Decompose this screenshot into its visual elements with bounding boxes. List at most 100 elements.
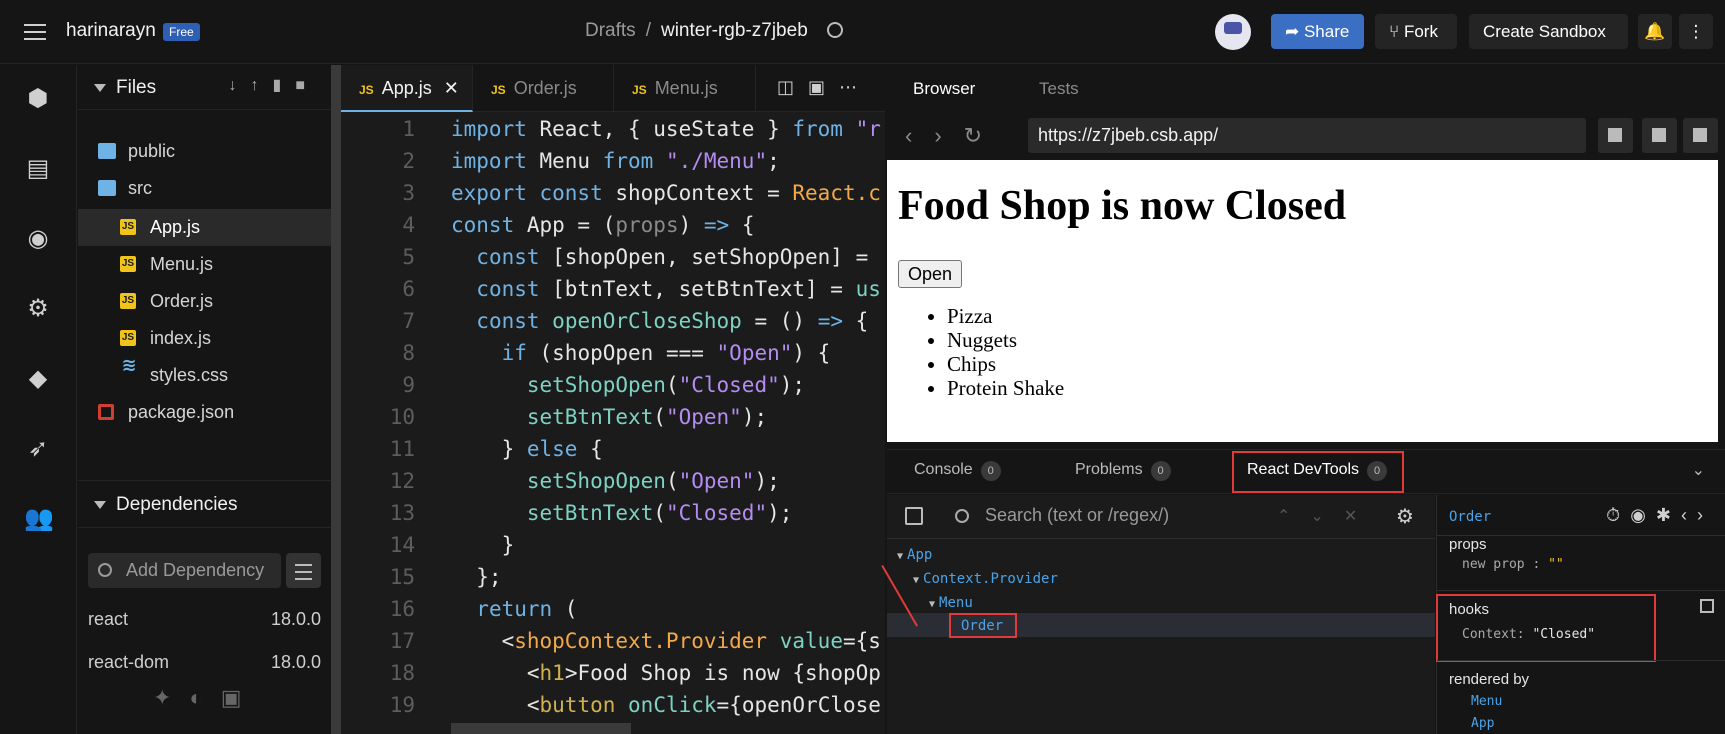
js-file-icon: JS — [359, 83, 374, 97]
tab-label: Console — [914, 461, 973, 478]
prop-row[interactable]: new prop : "" — [1462, 557, 1564, 572]
breadcrumb-root[interactable]: Drafts — [585, 20, 636, 41]
dependency-row[interactable]: react 18.0.0 — [88, 609, 321, 630]
tab-console[interactable]: Console 0 — [914, 461, 1001, 481]
select-element-icon[interactable] — [905, 507, 923, 525]
collapse-icon[interactable] — [94, 84, 106, 92]
sandbox-name[interactable]: winter-rgb-z7jbeb — [661, 20, 808, 41]
inspector-tools[interactable]: ⏱◉✱‹› — [1606, 505, 1713, 526]
code-line: 16 return ( — [341, 593, 885, 625]
search-nav-buttons[interactable]: ⌃⌄✕ — [1277, 506, 1377, 526]
component-search-input[interactable]: Search (text or /regex/) — [985, 505, 1169, 526]
tree-item-order-js[interactable]: JS Order.js — [78, 283, 331, 320]
tree-node-app[interactable]: ▼ App — [897, 547, 932, 563]
github-icon[interactable]: ◆ — [24, 365, 52, 393]
tab-tests[interactable]: Tests — [1039, 79, 1079, 99]
search-icon[interactable]: ◉ — [24, 225, 52, 253]
username[interactable]: harinarayn — [66, 20, 156, 42]
editor-tools[interactable]: ◫▣⋯ — [777, 77, 871, 98]
activity-bar: ⬢ ▤ ◉ ⚙ ◆ ➶ 👥 — [0, 65, 77, 734]
code-line: 8 if (shopOpen === "Open") { — [341, 337, 885, 369]
props-title: props — [1449, 536, 1487, 553]
tab-problems[interactable]: Problems 0 — [1075, 461, 1171, 481]
file-icon[interactable]: ▤ — [24, 155, 52, 183]
code-line: 19 <button onClick={openOrClose — [341, 689, 885, 721]
line-number: 8 — [402, 341, 415, 365]
devtools-panel: Console 0 Problems 0 React DevTools 0 ⌄ Sea… — [887, 449, 1725, 734]
code-area[interactable]: 1 import React, { useState } from "r 2 imp… — [341, 113, 885, 734]
collapse-icon[interactable] — [94, 501, 106, 509]
url-bar[interactable]: https://z7jbeb.csb.app/ — [1028, 118, 1586, 153]
devtools-toggle-icon[interactable] — [1598, 118, 1633, 153]
rendered-by-item[interactable]: App — [1471, 716, 1494, 731]
js-file-icon: JS — [120, 330, 136, 346]
tree-item-menu-js[interactable]: JS Menu.js — [78, 246, 331, 283]
files-scrollbar[interactable] — [331, 65, 341, 734]
editor-scrollbar[interactable] — [451, 723, 631, 734]
box-icon[interactable]: ⬢ — [24, 85, 52, 113]
chevron-down-icon[interactable]: ⌄ — [1692, 460, 1705, 480]
gear-icon[interactable]: ⚙ — [1396, 504, 1414, 529]
dependency-name: react — [88, 609, 129, 629]
dependency-menu-button[interactable] — [286, 553, 321, 588]
tree-item-src[interactable]: src — [78, 170, 331, 207]
fork-button[interactable]: ⑂ Fork — [1375, 14, 1457, 49]
tree-node-context-provider[interactable]: ▼ Context.Provider — [913, 571, 1058, 587]
code-line: 7 const openOrCloseShop = () => { — [341, 305, 885, 337]
bell-icon[interactable]: 🔔 — [1638, 14, 1672, 49]
line-number: 14 — [389, 533, 415, 557]
js-file-icon: JS — [120, 219, 136, 235]
rocket-icon[interactable]: ➶ — [24, 435, 52, 463]
add-dependency-input[interactable]: Add Dependency — [88, 553, 281, 588]
navigation-buttons[interactable]: ‹›↻ — [905, 123, 1004, 149]
tree-node-label: Context.Provider — [923, 571, 1058, 587]
tab-browser[interactable]: Browser — [913, 79, 975, 99]
open-button[interactable]: Open — [898, 260, 963, 288]
footer-icons[interactable]: ✦◐▣ — [153, 685, 260, 711]
prop-value: "" — [1548, 557, 1564, 572]
new-window-icon[interactable] — [1683, 118, 1718, 153]
rendered-by-item[interactable]: Menu — [1471, 694, 1502, 709]
line-number: 16 — [389, 597, 415, 621]
tree-label: App.js — [150, 217, 201, 237]
files-header[interactable]: Files ↓↑▮■ — [78, 65, 331, 110]
component-tree-panel: Search (text or /regex/) ⌃⌄✕ ⚙ ▼ App ▼ Con… — [887, 495, 1435, 734]
create-sandbox-button[interactable]: Create Sandbox — [1469, 14, 1628, 49]
close-icon[interactable]: ✕ — [444, 78, 459, 98]
js-file-icon: JS — [120, 293, 136, 309]
globe-icon[interactable] — [827, 22, 843, 38]
tab-app-js[interactable]: JS App.js ✕ — [341, 65, 473, 112]
tree-item-app-js[interactable]: JS App.js — [78, 209, 331, 246]
copy-icon[interactable] — [1700, 599, 1714, 613]
tree-node-label: Menu — [939, 595, 973, 611]
tree-node-menu[interactable]: ▼ Menu — [929, 595, 973, 611]
code-line: 4 const App = (props) => { — [341, 209, 885, 241]
tree-item-public[interactable]: public — [78, 133, 331, 170]
avatar[interactable] — [1215, 14, 1251, 50]
code-line: 3 export const shopContext = React.c — [341, 177, 885, 209]
tab-label: Menu.js — [654, 78, 718, 98]
code-line: 18 <h1>Food Shop is now {shopOp — [341, 657, 885, 689]
share-button[interactable]: ➦ Share — [1271, 14, 1364, 49]
tree-label: public — [128, 141, 176, 161]
menu-icon[interactable] — [24, 24, 46, 40]
dependency-row[interactable]: react-dom 18.0.0 — [88, 652, 321, 673]
tab-order-js[interactable]: JS Order.js — [473, 65, 614, 112]
more-icon[interactable]: ⋮ — [1679, 14, 1713, 49]
dependencies-header[interactable]: Dependencies — [78, 480, 331, 528]
tree-item-package-json[interactable]: package.json — [78, 394, 331, 431]
dependencies-title: Dependencies — [116, 494, 238, 515]
copy-icon[interactable] — [1642, 118, 1677, 153]
tab-menu-js[interactable]: JS Menu.js — [614, 65, 756, 112]
code-line: 2 import Menu from "./Menu"; — [341, 145, 885, 177]
gear-icon[interactable]: ⚙ — [24, 295, 52, 323]
file-actions[interactable]: ↓↑▮■ — [229, 75, 319, 95]
tree-label: package.json — [128, 402, 235, 422]
tree-item-index-js[interactable]: JS index.js — [78, 320, 331, 357]
browser-panel: Browser Tests ‹›↻ https://z7jbeb.csb.app… — [887, 65, 1725, 449]
tree-item-styles-css[interactable]: ≋ styles.css — [78, 356, 331, 394]
line-number: 12 — [389, 469, 415, 493]
line-number: 10 — [389, 405, 415, 429]
users-icon[interactable]: 👥 — [24, 505, 54, 533]
dependency-version: 18.0.0 — [270, 609, 321, 629]
